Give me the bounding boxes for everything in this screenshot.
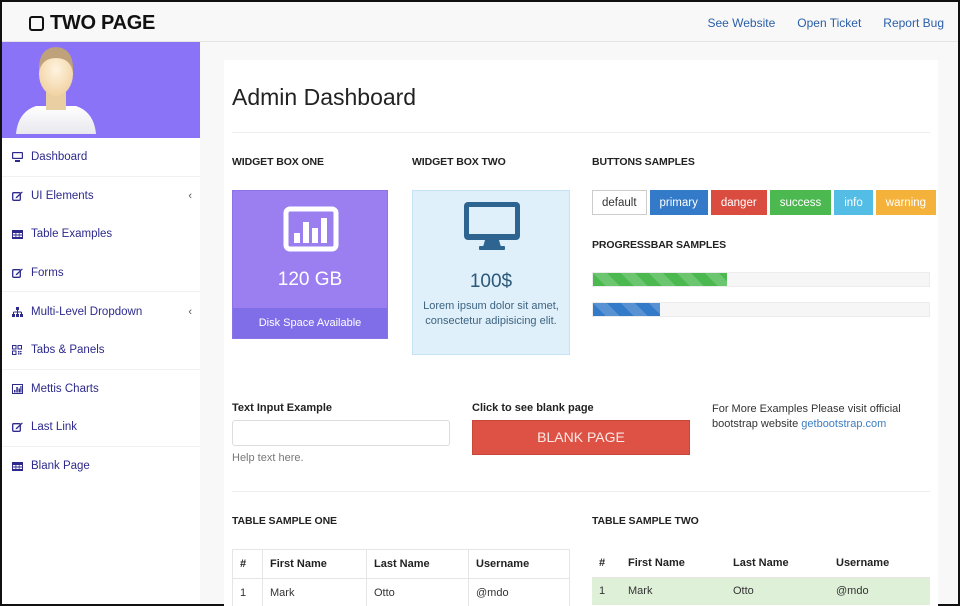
sidebar-item-blank-page[interactable]: Blank Page	[2, 447, 200, 486]
table-cell: Mark	[621, 577, 726, 605]
sidebar-item-label: Dashboard	[31, 150, 88, 163]
disk-space-label: Disk Space Available	[233, 308, 387, 338]
desktop-icon	[464, 202, 520, 250]
sidebar-item-dashboard[interactable]: Dashboard	[2, 138, 200, 177]
divider	[232, 491, 930, 492]
table-icon	[11, 229, 23, 240]
table-row: 1 Mark Otto @mdo	[232, 578, 570, 606]
table-sample-two: # First Name Last Name Username 1 Mark O…	[592, 549, 930, 605]
sitemap-icon	[11, 306, 23, 317]
widget-box-two: 100$ Lorem ipsum dolor sit amet, consect…	[412, 190, 570, 355]
sidebar-item-multi-level-dropdown[interactable]: Multi-Level Dropdown ‹	[2, 292, 200, 331]
column-header: Username	[829, 549, 930, 578]
warning-button[interactable]: warning	[875, 190, 937, 215]
sidebar-item-mettis-charts[interactable]: Mettis Charts	[2, 370, 200, 409]
sidebar-item-label: Mettis Charts	[31, 382, 99, 395]
sidebar-item-label: Last Link	[31, 420, 78, 433]
button-samples: default primary danger success info warn…	[592, 190, 937, 215]
more-examples-text: For More Examples Please visit official …	[712, 402, 922, 432]
top-links: See Website Open Ticket Report Bug	[707, 16, 944, 30]
qrcode-icon	[11, 344, 23, 355]
table-header-row: # First Name Last Name Username	[232, 549, 570, 579]
danger-button[interactable]: danger	[710, 190, 767, 215]
table-row: 1 Mark Otto @mdo	[592, 577, 930, 605]
brand-title: TWO PAGE	[50, 12, 156, 34]
buttons-heading: BUTTONS SAMPLES	[592, 156, 695, 168]
column-header: First Name	[262, 549, 367, 579]
progress-fill	[593, 303, 661, 316]
table-cell: 1	[232, 578, 263, 606]
divider	[232, 132, 930, 133]
user-avatar-icon	[16, 47, 96, 134]
brand-logo[interactable]: TWO PAGE	[29, 12, 155, 35]
primary-button[interactable]: primary	[649, 190, 708, 215]
table-cell: @mdo	[829, 577, 930, 605]
sidebar: Dashboard UI Elements ‹ Table Examples F…	[2, 42, 200, 604]
open-ticket-link[interactable]: Open Ticket	[797, 16, 861, 30]
getbootstrap-link[interactable]: getbootstrap.com	[801, 418, 886, 430]
blank-page-label: Click to see blank page	[472, 402, 594, 414]
widget-box-one: 120 GB Disk Space Available	[232, 190, 388, 339]
table-cell: Otto	[366, 578, 469, 606]
chevron-left-icon: ‹	[188, 305, 192, 318]
sidebar-item-forms[interactable]: Forms	[2, 254, 200, 293]
default-button[interactable]: default	[592, 190, 647, 215]
edit-icon	[11, 421, 23, 432]
table-one-heading: TABLE SAMPLE ONE	[232, 515, 337, 527]
text-input[interactable]	[232, 420, 450, 446]
edit-icon	[11, 190, 23, 201]
column-header: Username	[468, 549, 570, 579]
column-header: Last Name	[366, 549, 469, 579]
sidebar-item-ui-elements[interactable]: UI Elements ‹	[2, 177, 200, 216]
column-header: #	[232, 549, 263, 579]
sidebar-item-label: Forms	[31, 266, 64, 279]
column-header: First Name	[621, 549, 726, 578]
progress-fill	[593, 273, 728, 286]
table-cell: Mark	[262, 578, 367, 606]
column-header: #	[592, 549, 621, 578]
success-button[interactable]: success	[769, 190, 832, 215]
sidebar-item-label: Blank Page	[31, 460, 90, 473]
page-title: Admin Dashboard	[232, 84, 417, 110]
bar-chart-icon	[11, 383, 23, 394]
text-input-label: Text Input Example	[232, 402, 333, 414]
table-two-heading: TABLE SAMPLE TWO	[592, 515, 699, 527]
edit-icon	[11, 267, 23, 278]
chevron-left-icon: ‹	[188, 189, 192, 202]
sidebar-item-label: UI Elements	[31, 189, 94, 202]
widget-two-description: Lorem ipsum dolor sit amet, consectetur …	[423, 300, 559, 327]
bar-chart-icon	[283, 206, 339, 252]
sidebar-item-last-link[interactable]: Last Link	[2, 408, 200, 447]
sidebar-item-table-examples[interactable]: Table Examples	[2, 215, 200, 254]
progress-bar-primary	[592, 302, 930, 317]
table-icon	[11, 461, 23, 472]
see-website-link[interactable]: See Website	[707, 16, 775, 30]
widget-one-heading: WIDGET BOX ONE	[232, 156, 324, 168]
report-bug-link[interactable]: Report Bug	[883, 16, 944, 30]
help-text: Help text here.	[232, 452, 304, 464]
sidebar-item-label: Table Examples	[31, 228, 113, 241]
widget-two-heading: WIDGET BOX TWO	[412, 156, 506, 168]
table-header-row: # First Name Last Name Username	[592, 549, 930, 578]
progressbar-heading: PROGRESSBAR SAMPLES	[592, 239, 727, 251]
main-content: Admin Dashboard WIDGET BOX ONE WIDGET BO…	[224, 60, 938, 606]
table-sample-one: # First Name Last Name Username 1 Mark O…	[232, 549, 570, 606]
sidebar-item-label: Multi-Level Dropdown	[31, 305, 143, 318]
table-cell: Otto	[726, 577, 829, 605]
blank-page-button[interactable]: BLANK PAGE	[472, 420, 690, 455]
info-button[interactable]: info	[834, 190, 873, 215]
progress-bar-success	[592, 272, 930, 287]
sidebar-item-label: Tabs & Panels	[31, 343, 105, 356]
price-value: 100$	[469, 271, 513, 292]
square-icon	[29, 16, 44, 31]
column-header: Last Name	[726, 549, 829, 578]
top-navbar: TWO PAGE See Website Open Ticket Report …	[2, 2, 958, 42]
user-profile-banner	[2, 42, 200, 138]
disk-space-value: 120 GB	[277, 269, 343, 290]
sidebar-item-tabs-panels[interactable]: Tabs & Panels	[2, 331, 200, 370]
table-cell: 1	[592, 577, 621, 605]
table-cell: @mdo	[468, 578, 570, 606]
desktop-icon	[11, 151, 23, 162]
